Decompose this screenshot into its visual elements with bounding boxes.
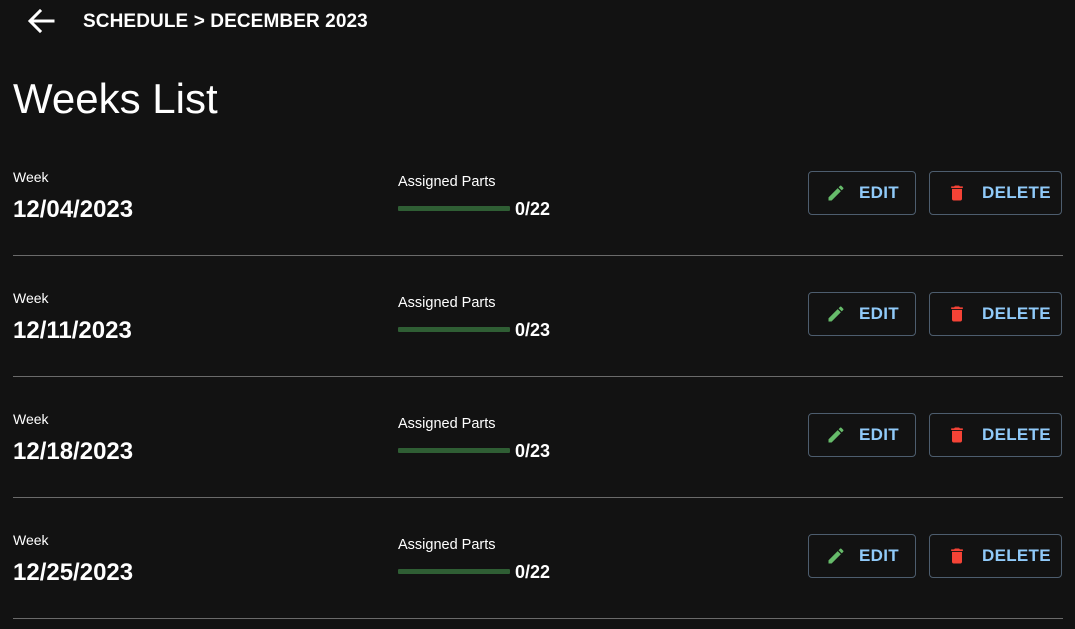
delete-button-label: DELETE bbox=[982, 304, 1051, 323]
page-title: Weeks List bbox=[13, 75, 218, 122]
assigned-parts-label: Assigned Parts bbox=[398, 174, 496, 190]
edit-button-label: EDIT bbox=[859, 183, 899, 202]
edit-button-label: EDIT bbox=[859, 546, 899, 565]
week-date: 12/11/2023 bbox=[13, 317, 132, 344]
trash-icon bbox=[946, 182, 968, 204]
delete-button-label: DELETE bbox=[982, 425, 1051, 444]
delete-button[interactable]: DELETE bbox=[929, 413, 1062, 457]
edit-button[interactable]: EDIT bbox=[808, 171, 916, 215]
week-label: Week bbox=[13, 411, 49, 427]
pencil-icon bbox=[825, 303, 847, 325]
week-date: 12/04/2023 bbox=[13, 196, 134, 223]
trash-icon bbox=[946, 303, 968, 325]
pencil-icon bbox=[825, 545, 847, 567]
assigned-parts-label: Assigned Parts bbox=[398, 295, 496, 311]
breadcrumb: SCHEDULE > DECEMBER 2023 bbox=[83, 11, 368, 32]
week-row: Week 12/11/2023 Assigned Parts 0/23 EDIT… bbox=[13, 256, 1063, 377]
weeks-list: Week 12/04/2023 Assigned Parts 0/22 EDIT… bbox=[13, 135, 1063, 619]
assigned-parts-progress-bar bbox=[398, 206, 510, 211]
week-row: Week 12/25/2023 Assigned Parts 0/22 EDIT… bbox=[13, 498, 1063, 619]
week-date: 12/25/2023 bbox=[13, 559, 134, 586]
edit-button-label: EDIT bbox=[859, 425, 899, 444]
assigned-parts-progress-bar bbox=[398, 448, 510, 453]
edit-button[interactable]: EDIT bbox=[808, 534, 916, 578]
delete-button[interactable]: DELETE bbox=[929, 171, 1062, 215]
edit-button[interactable]: EDIT bbox=[808, 413, 916, 457]
delete-button[interactable]: DELETE bbox=[929, 292, 1062, 336]
edit-button[interactable]: EDIT bbox=[808, 292, 916, 336]
assigned-parts-count: 0/23 bbox=[515, 320, 551, 340]
assigned-parts-count: 0/23 bbox=[515, 441, 551, 461]
pencil-icon bbox=[825, 424, 847, 446]
week-row: Week 12/04/2023 Assigned Parts 0/22 EDIT… bbox=[13, 135, 1063, 256]
back-button[interactable] bbox=[22, 6, 60, 40]
week-label: Week bbox=[13, 532, 49, 548]
trash-icon bbox=[946, 545, 968, 567]
week-date: 12/18/2023 bbox=[13, 438, 134, 465]
assigned-parts-label: Assigned Parts bbox=[398, 537, 496, 553]
assigned-parts-label: Assigned Parts bbox=[398, 416, 496, 432]
delete-button-label: DELETE bbox=[982, 546, 1051, 565]
delete-button[interactable]: DELETE bbox=[929, 534, 1062, 578]
assigned-parts-count: 0/22 bbox=[515, 199, 551, 219]
week-row: Week 12/18/2023 Assigned Parts 0/23 EDIT… bbox=[13, 377, 1063, 498]
assigned-parts-progress-bar bbox=[398, 569, 510, 574]
assigned-parts-progress-bar bbox=[398, 327, 510, 332]
week-label: Week bbox=[13, 290, 49, 306]
top-bar: SCHEDULE > DECEMBER 2023 bbox=[0, 0, 1075, 44]
pencil-icon bbox=[825, 182, 847, 204]
delete-button-label: DELETE bbox=[982, 183, 1051, 202]
edit-button-label: EDIT bbox=[859, 304, 899, 323]
trash-icon bbox=[946, 424, 968, 446]
arrow-left-icon bbox=[27, 8, 55, 39]
week-label: Week bbox=[13, 169, 49, 185]
assigned-parts-count: 0/22 bbox=[515, 562, 551, 582]
